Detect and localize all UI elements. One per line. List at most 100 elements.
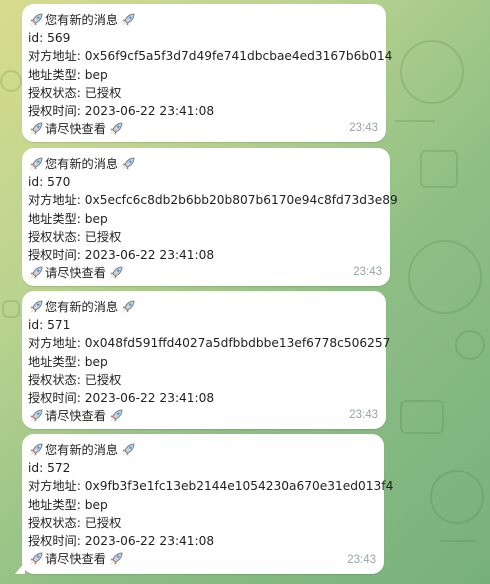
background-doodle [420,150,458,188]
background-doodle [455,330,485,360]
address-type-label: 地址类型: [28,67,81,82]
rocket-icon [122,300,135,314]
auth-time-value: 2023-06-22 23:41:08 [84,391,215,406]
auth-status-label: 授权状态: [28,515,81,530]
address-value[interactable]: 0x9fb3f3e1fc13eb2144e1054230a670e31ed013… [85,477,394,495]
background-doodle [395,120,435,122]
message-header-row: 您有新的消息 [28,441,378,459]
message-footer-row: 请尽快查看 [28,550,378,568]
message-footer: 请尽快查看 [45,266,106,281]
rocket-icon [122,13,135,27]
message-header: 您有新的消息 [45,13,119,27]
auth-time-label: 授权时间: [28,104,81,119]
address-type-value: bep [84,497,108,512]
address-type-label: 地址类型: [28,354,81,369]
background-doodle [400,400,444,434]
auth-time-value: 2023-06-22 23:41:08 [84,534,215,549]
background-doodle [400,40,464,104]
address-type-label: 地址类型: [28,497,81,512]
id-label: id: [28,175,44,190]
message-footer: 请尽快查看 [45,122,106,137]
message-footer-row: 请尽快查看 [28,120,380,138]
message-bubble[interactable]: 您有新的消息 id: 571 对方地址: 0x048fd591ffd4027a5… [22,291,390,429]
address-label: 对方地址: [28,49,81,64]
address-type-row: 地址类型: bep [28,210,384,228]
address-value[interactable]: 0x5ecfc6c8db2b6bb20b807b6170e94c8fd73d3e… [85,191,398,209]
message-time: 23:43 [349,121,378,134]
auth-time-row: 授权时间: 2023-06-22 23:41:08 [28,389,380,407]
id-value: 571 [47,318,71,333]
auth-time-row: 授权时间: 2023-06-22 23:41:08 [28,102,380,120]
address-type-label: 地址类型: [28,211,81,226]
address-type-row: 地址类型: bep [28,353,380,371]
message-header-row: 您有新的消息 [28,155,384,173]
address-value[interactable]: 0x56f9cf5a5f3d7d49fe741dbcbae4ed3167b6b0… [85,47,393,65]
message-time: 23:43 [349,408,378,421]
address-type-row: 地址类型: bep [28,496,378,514]
address-label: 对方地址: [28,193,81,208]
message-header: 您有新的消息 [45,443,119,457]
message-bubble[interactable]: 您有新的消息 id: 572 对方地址: 0x9fb3f3e1fc13eb214… [15,434,393,574]
auth-time-row: 授权时间: 2023-06-22 23:41:08 [28,246,384,264]
rocket-icon [109,122,123,136]
message-bubble[interactable]: 您有新的消息 id: 570 对方地址: 0x5ecfc6c8db2b6bb20… [22,148,398,286]
auth-status-value: 已授权 [84,229,122,244]
auth-status-row: 授权状态: 已授权 [28,371,380,389]
auth-time-label: 授权时间: [28,534,81,549]
message-bubble[interactable]: 您有新的消息 id: 569 对方地址: 0x56f9cf5a5f3d7d49f… [22,4,392,142]
rocket-icon [122,157,135,171]
background-doodle [440,540,476,542]
address-label: 对方地址: [28,336,81,351]
address-row: 对方地址: 0x9fb3f3e1fc13eb2144e1054230a670e3… [28,477,393,495]
address-row: 对方地址: 0x5ecfc6c8db2b6bb20b807b6170e94c8f… [28,191,398,209]
background-doodle [0,70,22,92]
auth-time-row: 授权时间: 2023-06-22 23:41:08 [28,532,378,550]
auth-status-value: 已授权 [84,372,122,387]
address-row: 对方地址: 0x56f9cf5a5f3d7d49fe741dbcbae4ed31… [28,47,392,65]
rocket-icon [30,300,43,314]
message-footer-row: 请尽快查看 [28,407,380,425]
auth-status-value: 已授权 [84,515,122,530]
address-type-value: bep [84,67,108,82]
id-label: id: [28,318,44,333]
address-type-row: 地址类型: bep [28,66,380,84]
message-footer: 请尽快查看 [45,409,106,424]
id-value: 569 [47,31,71,46]
rocket-icon [30,122,43,136]
message-footer: 请尽快查看 [45,552,106,567]
rocket-icon [122,443,135,457]
rocket-icon [109,409,123,423]
auth-time-value: 2023-06-22 23:41:08 [84,104,215,119]
auth-time-label: 授权时间: [28,391,81,406]
id-row: id: 569 [28,29,380,47]
message-time: 23:43 [347,553,376,566]
message-header-row: 您有新的消息 [28,11,380,29]
background-doodle [408,240,482,314]
id-label: id: [28,461,44,476]
address-value[interactable]: 0x048fd591ffd4027a5dfbbdbbe13ef6778c5062… [85,334,391,352]
address-type-value: bep [84,211,108,226]
address-type-value: bep [84,354,108,369]
id-row: id: 570 [28,173,384,191]
message-header: 您有新的消息 [45,300,119,314]
auth-status-label: 授权状态: [28,85,81,100]
auth-status-value: 已授权 [84,85,122,100]
auth-time-label: 授权时间: [28,248,81,263]
rocket-icon [30,443,43,457]
auth-time-value: 2023-06-22 23:41:08 [84,248,215,263]
background-doodle [2,300,20,318]
id-label: id: [28,31,44,46]
id-value: 572 [47,461,71,476]
id-value: 570 [47,175,71,190]
rocket-icon [109,266,123,280]
message-header: 您有新的消息 [45,157,119,171]
auth-status-label: 授权状态: [28,372,81,387]
auth-status-row: 授权状态: 已授权 [28,228,384,246]
address-row: 对方地址: 0x048fd591ffd4027a5dfbbdbbe13ef677… [28,334,390,352]
rocket-icon [30,409,43,423]
rocket-icon [30,266,43,280]
rocket-icon [30,552,43,566]
message-header-row: 您有新的消息 [28,298,380,316]
auth-status-label: 授权状态: [28,229,81,244]
rocket-icon [30,13,43,27]
